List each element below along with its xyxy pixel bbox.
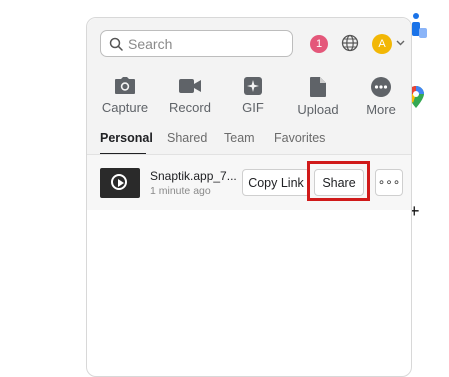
- tab-personal[interactable]: Personal: [100, 131, 153, 145]
- more-button[interactable]: More: [351, 76, 411, 120]
- sparkle-icon: [244, 77, 262, 95]
- upload-label: Upload: [297, 102, 339, 117]
- file-icon: [310, 77, 326, 97]
- video-camera-icon: [179, 79, 201, 93]
- more-label: More: [366, 102, 396, 117]
- item-timestamp: 1 minute ago: [150, 185, 211, 197]
- search-placeholder: Search: [128, 36, 173, 52]
- capture-panel: Search 1 A Capture Record GIF Upload Mor…: [86, 17, 412, 377]
- item-title[interactable]: Snaptik.app_7...: [150, 169, 237, 183]
- item-more-button[interactable]: ∘∘∘: [375, 169, 403, 196]
- tab-team[interactable]: Team: [224, 131, 255, 145]
- upload-button[interactable]: Upload: [288, 76, 348, 120]
- tab-favorites[interactable]: Favorites: [274, 131, 325, 145]
- video-thumbnail[interactable]: [100, 168, 140, 198]
- gif-label: GIF: [242, 100, 264, 115]
- more-icon: [371, 77, 391, 97]
- record-label: Record: [169, 100, 211, 115]
- tab-shared[interactable]: Shared: [167, 131, 207, 145]
- capture-label: Capture: [101, 100, 149, 115]
- capture-button[interactable]: Capture: [95, 76, 155, 120]
- copy-link-button[interactable]: Copy Link: [242, 169, 310, 196]
- globe-icon[interactable]: [341, 34, 359, 52]
- camera-icon: [115, 77, 135, 94]
- panel-header: Search 1 A Capture Record GIF Upload Mor…: [87, 18, 411, 155]
- chevron-down-icon[interactable]: [396, 40, 405, 46]
- play-icon: [111, 174, 127, 190]
- share-button[interactable]: Share: [314, 169, 364, 196]
- avatar[interactable]: A: [372, 34, 392, 54]
- notification-badge[interactable]: 1: [310, 35, 328, 53]
- record-button[interactable]: Record: [160, 76, 220, 120]
- search-icon: [109, 37, 123, 51]
- search-input[interactable]: Search: [100, 30, 293, 57]
- list-item[interactable]: Snaptik.app_7... 1 minute ago Copy Link …: [87, 155, 411, 210]
- gif-button[interactable]: GIF: [223, 76, 283, 120]
